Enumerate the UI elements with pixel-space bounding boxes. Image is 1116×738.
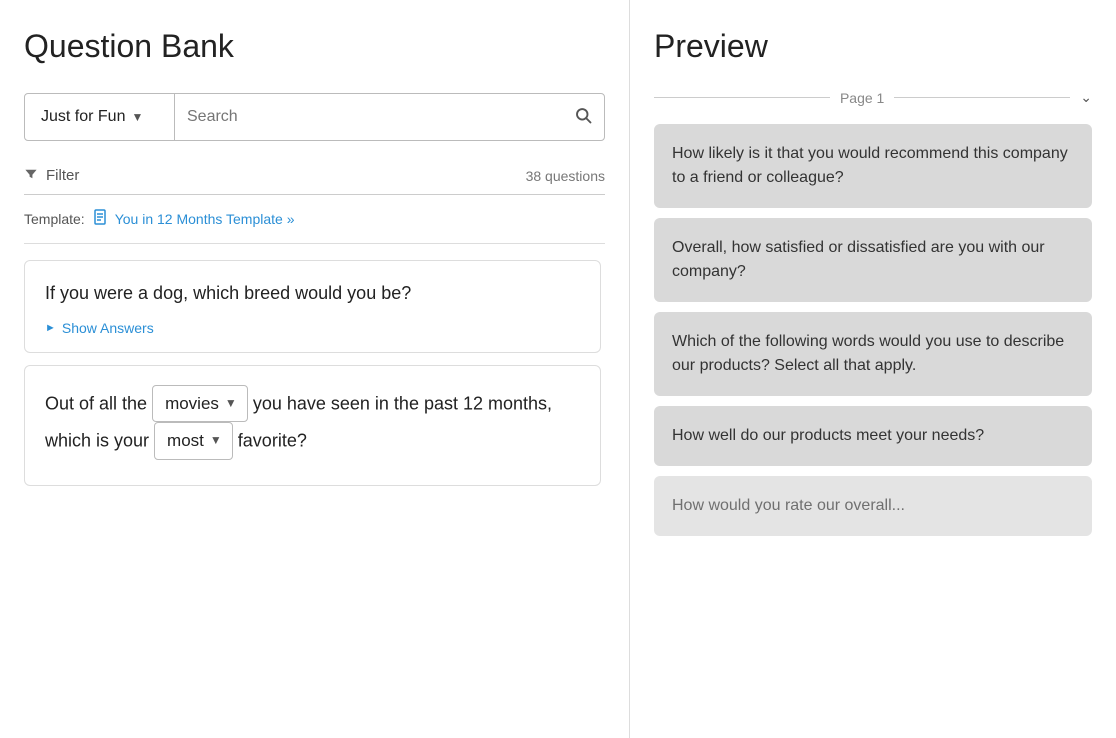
right-panel: Preview Page 1 ⌄ How likely is it that y… [630, 0, 1116, 738]
template-link[interactable]: You in 12 Months Template » [115, 211, 295, 227]
template-icon [93, 209, 107, 229]
page-indicator: Page 1 ⌄ [654, 89, 1092, 106]
template-row: Template: You in 12 Months Template » [24, 209, 605, 244]
preview-card[interactable]: Overall, how satisfied or dissatisfied a… [654, 218, 1092, 302]
page-line-left [654, 97, 830, 98]
preview-q5: How would you rate our overall... [672, 497, 905, 514]
question-card: If you were a dog, which breed would you… [24, 260, 601, 353]
preview-q1: How likely is it that you would recommen… [672, 145, 1068, 186]
filter-row: Filter 38 questions [24, 157, 605, 195]
category-dropdown[interactable]: Just for Fun ▼ [25, 94, 175, 140]
preview-q2: Overall, how satisfied or dissatisfied a… [672, 239, 1045, 280]
inline-text-3: favorite? [238, 431, 307, 451]
search-input-wrapper [175, 94, 604, 140]
movies-dropdown[interactable]: movies ▼ [152, 385, 248, 422]
page-label: Page 1 [840, 90, 884, 106]
movies-value: movies [165, 390, 219, 417]
question-text-1: If you were a dog, which breed would you… [45, 281, 580, 306]
filter-label: Filter [46, 167, 79, 184]
preview-card[interactable]: How would you rate our overall... [654, 476, 1092, 536]
search-button[interactable] [574, 106, 592, 129]
category-dropdown-arrow: ▼ [131, 110, 143, 124]
preview-questions: How likely is it that you would recommen… [654, 124, 1092, 738]
preview-q3: Which of the following words would you u… [672, 333, 1064, 374]
questions-count: 38 questions [526, 168, 605, 184]
left-panel: Question Bank Just for Fun ▼ Filter [0, 0, 630, 738]
preview-card[interactable]: How well do our products meet your needs… [654, 406, 1092, 466]
preview-card[interactable]: Which of the following words would you u… [654, 312, 1092, 396]
template-label: Template: [24, 211, 85, 227]
search-input[interactable] [187, 108, 574, 126]
movies-dropdown-arrow: ▼ [225, 394, 237, 413]
preview-q4: How well do our products meet your needs… [672, 427, 984, 444]
most-dropdown[interactable]: most ▼ [154, 422, 233, 459]
search-bar: Just for Fun ▼ [24, 93, 605, 141]
most-value: most [167, 427, 204, 454]
filter-icon [24, 167, 38, 184]
questions-list: If you were a dog, which breed would you… [24, 260, 605, 738]
filter-button[interactable]: Filter [24, 167, 79, 184]
preview-title: Preview [654, 28, 1092, 65]
most-dropdown-arrow: ▼ [210, 431, 222, 450]
category-label: Just for Fun [41, 108, 125, 126]
preview-card[interactable]: How likely is it that you would recommen… [654, 124, 1092, 208]
show-answers-arrow-icon: ► [45, 322, 56, 334]
inline-text-1: Out of all the [45, 394, 152, 414]
show-answers-button[interactable]: ► Show Answers [45, 320, 154, 336]
question-card-inline: Out of all the movies ▼ you have seen in… [24, 365, 601, 485]
inline-question-text: Out of all the movies ▼ you have seen in… [45, 386, 580, 460]
page-line-right [894, 97, 1070, 98]
page-chevron-icon[interactable]: ⌄ [1080, 89, 1092, 106]
search-icon [574, 106, 592, 124]
show-answers-label: Show Answers [62, 320, 154, 336]
page-title: Question Bank [24, 28, 605, 65]
